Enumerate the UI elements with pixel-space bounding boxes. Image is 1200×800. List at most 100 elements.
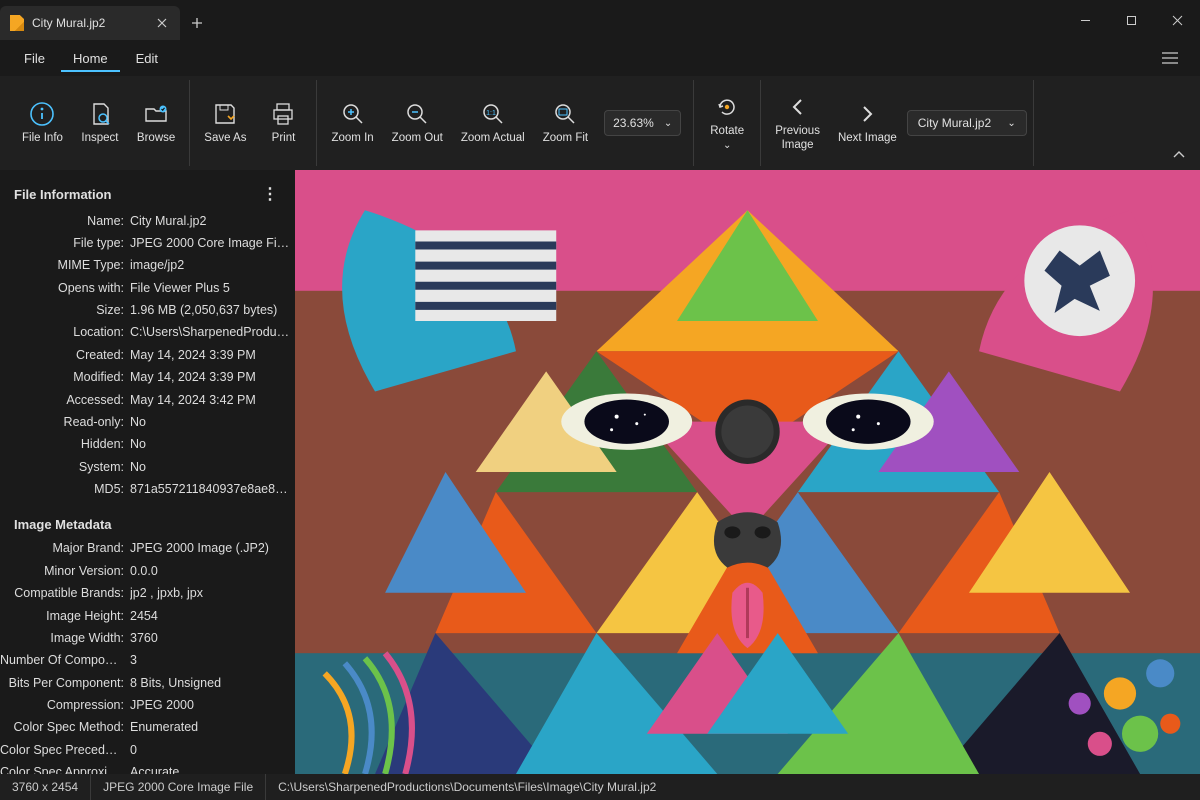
info-key: Major Brand: (0, 539, 130, 558)
info-row: System:No (0, 456, 291, 478)
chevron-up-icon (1172, 150, 1186, 160)
menubar: File Home Edit (0, 40, 1200, 76)
maximize-button[interactable] (1108, 0, 1154, 40)
new-tab-button[interactable] (180, 6, 214, 40)
info-value: No (130, 435, 291, 454)
info-row: Size:1.96 MB (2,050,637 bytes) (0, 300, 291, 322)
info-sidebar[interactable]: File Information ⋮ Name:City Mural.jp2Fi… (0, 170, 295, 774)
inspect-button[interactable]: Inspect (73, 96, 127, 150)
file-info-button[interactable]: File Info (14, 96, 71, 150)
info-value: File Viewer Plus 5 (130, 279, 291, 298)
info-row: Major Brand:JPEG 2000 Image (.JP2) (0, 538, 291, 560)
chevron-down-icon: ⌄ (723, 140, 731, 151)
info-row: Image Width:3760 (0, 627, 291, 649)
image-file-select[interactable]: City Mural.jp2 ⌄ (907, 110, 1027, 136)
info-value: May 14, 2024 3:39 PM (130, 368, 291, 387)
info-key: Location: (0, 323, 130, 342)
info-row: Bits Per Component:8 Bits, Unsigned (0, 672, 291, 694)
inspect-icon (86, 100, 114, 128)
chevron-left-icon (784, 93, 812, 121)
next-image-button[interactable]: Next Image (830, 96, 905, 150)
info-row: Read-only:No (0, 411, 291, 433)
rotate-icon (713, 93, 741, 121)
info-key: Created: (0, 346, 130, 365)
titlebar-drag-region[interactable] (214, 0, 1062, 40)
info-value: May 14, 2024 3:42 PM (130, 391, 291, 410)
info-value: JPEG 2000 Image (.JP2) (130, 539, 291, 558)
info-value: 871a557211840937e8ae8b40737bfa3f (130, 480, 291, 499)
zoom-actual-button[interactable]: 1:1 Zoom Actual (453, 96, 533, 150)
info-value: Enumerated (130, 718, 291, 737)
info-key: Compression: (0, 696, 130, 715)
info-value: jp2 , jpxb, jpx (130, 584, 291, 603)
info-row: Modified:May 14, 2024 3:39 PM (0, 367, 291, 389)
hamburger-icon (1162, 52, 1178, 64)
info-key: File type: (0, 234, 130, 253)
print-icon (269, 100, 297, 128)
window-close-button[interactable] (1154, 0, 1200, 40)
info-row: Hidden:No (0, 434, 291, 456)
svg-text:1:1: 1:1 (486, 110, 496, 117)
main-area: File Information ⋮ Name:City Mural.jp2Fi… (0, 170, 1200, 774)
zoom-in-icon (339, 100, 367, 128)
rotate-button[interactable]: Rotate⌄ (700, 89, 754, 157)
panel-menu-button[interactable]: ⋮ (262, 184, 277, 204)
info-row: Location:C:\Users\SharpenedProductions\D… (0, 322, 291, 344)
previous-image-button[interactable]: Previous Image (767, 89, 828, 157)
status-filetype: JPEG 2000 Core Image File (91, 774, 266, 800)
collapse-ribbon-button[interactable] (1168, 146, 1190, 164)
info-value: 2454 (130, 607, 291, 626)
menu-home[interactable]: Home (61, 45, 120, 72)
zoom-level-select[interactable]: 23.63% ⌄ (604, 110, 681, 136)
info-row: Number Of Compone...3 (0, 650, 291, 672)
info-value: 3 (130, 651, 291, 670)
info-value: May 14, 2024 3:39 PM (130, 346, 291, 365)
info-row: Accessed:May 14, 2024 3:42 PM (0, 389, 291, 411)
info-value: 0.0.0 (130, 562, 291, 581)
zoom-in-button[interactable]: Zoom In (323, 96, 381, 150)
chevron-down-icon: ⌄ (664, 118, 672, 129)
info-value: City Mural.jp2 (130, 212, 291, 231)
info-key: Color Spec Precedence: (0, 741, 130, 760)
info-key: Color Spec Method: (0, 718, 130, 737)
zoom-fit-icon (551, 100, 579, 128)
info-row: MD5:871a557211840937e8ae8b40737bfa3f (0, 479, 291, 501)
info-row: MIME Type:image/jp2 (0, 255, 291, 277)
save-as-button[interactable]: Save As (196, 96, 254, 150)
statusbar: 3760 x 2454 JPEG 2000 Core Image File C:… (0, 774, 1200, 800)
zoom-fit-button[interactable]: Zoom Fit (535, 96, 596, 150)
info-key: MIME Type: (0, 256, 130, 275)
info-key: Hidden: (0, 435, 130, 454)
tab-close-button[interactable] (154, 15, 170, 31)
settings-menu-button[interactable] (1152, 46, 1188, 70)
zoom-out-button[interactable]: Zoom Out (384, 96, 451, 150)
document-tab[interactable]: City Mural.jp2 (0, 6, 180, 40)
browse-icon (142, 100, 170, 128)
menu-file[interactable]: File (12, 45, 57, 72)
zoom-out-icon (403, 100, 431, 128)
info-value: image/jp2 (130, 256, 291, 275)
browse-button[interactable]: Browse (129, 96, 183, 150)
tab-title: City Mural.jp2 (32, 16, 146, 30)
print-button[interactable]: Print (256, 96, 310, 150)
info-key: Read-only: (0, 413, 130, 432)
info-row: Color Spec Precedence:0 (0, 739, 291, 761)
info-key: Bits Per Component: (0, 674, 130, 693)
status-dimensions: 3760 x 2454 (0, 774, 91, 800)
save-icon (211, 100, 239, 128)
info-icon (28, 100, 56, 128)
minimize-icon (1080, 15, 1091, 26)
info-key: MD5: (0, 480, 130, 499)
info-row: Created:May 14, 2024 3:39 PM (0, 344, 291, 366)
maximize-icon (1126, 15, 1137, 26)
info-value: 1.96 MB (2,050,637 bytes) (130, 301, 291, 320)
menu-edit[interactable]: Edit (124, 45, 170, 72)
info-key: Accessed: (0, 391, 130, 410)
image-content (295, 170, 1200, 774)
info-row: File type:JPEG 2000 Core Image File (.jp… (0, 232, 291, 254)
info-value: 0 (130, 741, 291, 760)
minimize-button[interactable] (1062, 0, 1108, 40)
image-viewer[interactable] (295, 170, 1200, 774)
info-key: Size: (0, 301, 130, 320)
close-icon (1172, 15, 1183, 26)
